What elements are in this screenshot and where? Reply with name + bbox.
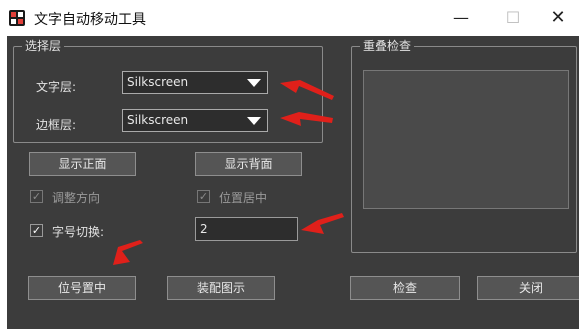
app-logo-icon xyxy=(9,10,25,26)
overlap-group-title: 重叠检查 xyxy=(360,39,415,53)
text-layer-label: 文字层: xyxy=(36,80,77,94)
text-layer-dropdown[interactable]: Silkscreen xyxy=(122,71,268,94)
close-button[interactable]: 关闭 xyxy=(477,276,579,300)
title-bar: 文字自动移动工具 — ☐ ✕ xyxy=(0,0,579,36)
font-size-input[interactable]: 2 xyxy=(195,217,298,241)
dialog-body: 选择层 文字层: Silkscreen 边框层: Silkscreen 重叠检查… xyxy=(7,36,579,329)
adjust-direction-checkbox[interactable]: ✓ xyxy=(30,190,43,203)
text-layer-value: Silkscreen xyxy=(127,75,189,89)
chevron-down-icon xyxy=(247,79,261,87)
center-position-label: 位置居中 xyxy=(219,191,268,205)
font-size-switch-label: 字号切换: xyxy=(52,225,105,239)
window-title: 文字自动移动工具 xyxy=(34,12,146,28)
check-button[interactable]: 检查 xyxy=(350,276,460,300)
border-layer-dropdown[interactable]: Silkscreen xyxy=(122,109,268,132)
border-layer-label: 边框层: xyxy=(36,118,77,132)
chevron-down-icon xyxy=(247,117,261,125)
border-layer-value: Silkscreen xyxy=(127,113,189,127)
show-front-button[interactable]: 显示正面 xyxy=(29,152,136,176)
position-center-button[interactable]: 位号置中 xyxy=(28,276,136,300)
overlap-check-group: 重叠检查 xyxy=(351,39,577,253)
adjust-direction-label: 调整方向 xyxy=(52,191,101,205)
assembly-drawing-button[interactable]: 装配图示 xyxy=(167,276,275,300)
close-window-button[interactable]: ✕ xyxy=(535,0,579,36)
overlap-preview-area xyxy=(363,70,569,209)
font-size-switch-checkbox[interactable]: ✓ xyxy=(30,224,43,237)
layer-select-group: 选择层 文字层: Silkscreen 边框层: Silkscreen xyxy=(13,39,323,143)
minimize-button[interactable]: — xyxy=(438,0,484,36)
maximize-button[interactable]: ☐ xyxy=(490,0,536,36)
center-position-checkbox[interactable]: ✓ xyxy=(197,190,210,203)
show-back-button[interactable]: 显示背面 xyxy=(195,152,302,176)
layer-group-title: 选择层 xyxy=(22,39,65,53)
